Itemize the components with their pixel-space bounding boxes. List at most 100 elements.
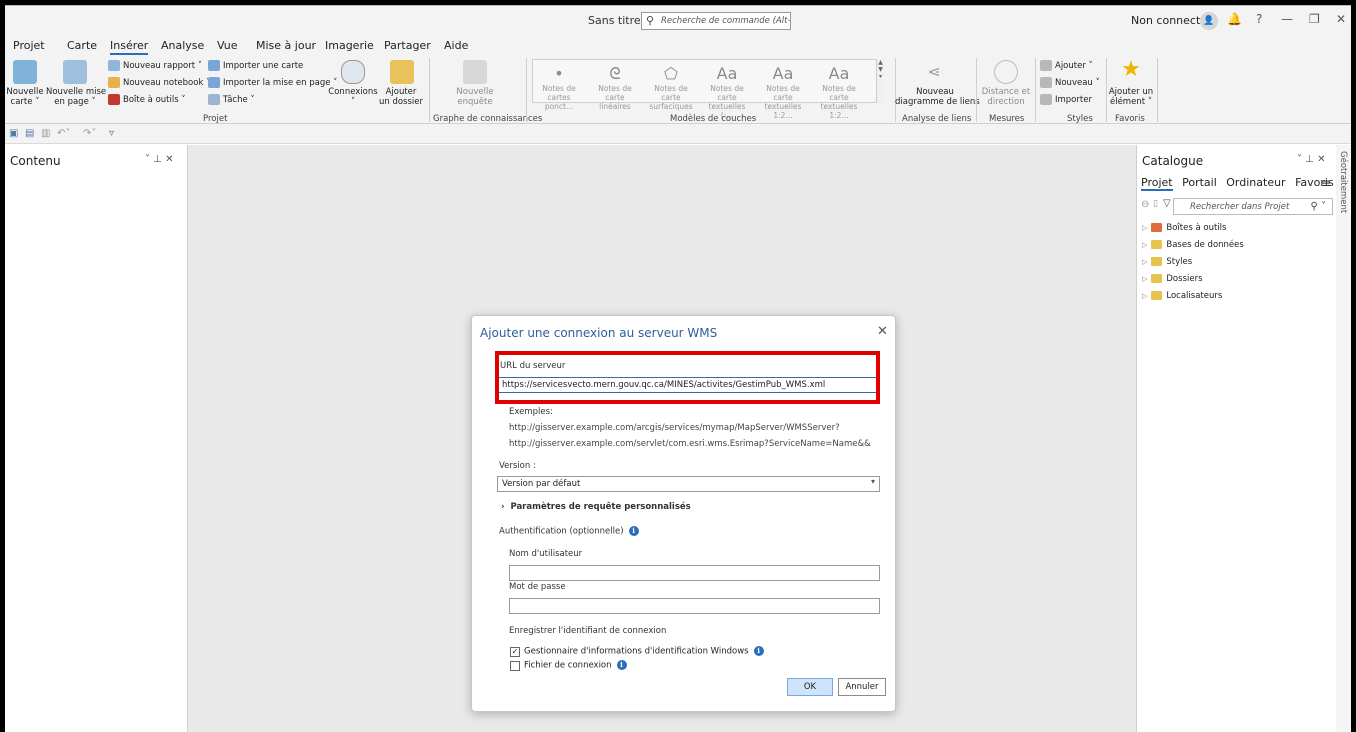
connection-file-option[interactable]: Fichier de connexion i [524, 660, 627, 671]
notification-bell-icon[interactable]: 🔔 [1227, 12, 1242, 26]
styles-new-button[interactable]: Nouveau ˅ [1040, 77, 1100, 88]
tab-inserer[interactable]: Insérer [110, 39, 149, 55]
template-text-notes[interactable]: Aa Notes de carte textuelles 1:2... [759, 64, 807, 120]
styles-import-button[interactable]: Importer [1040, 94, 1092, 105]
toolbox-button[interactable]: Boîte à outils ˅ [108, 94, 186, 105]
add-folder-button[interactable]: Ajouter un dossier [375, 87, 427, 107]
search-icon[interactable]: ⚲ ˅ [1310, 201, 1326, 212]
styles-folder-icon [1151, 257, 1163, 266]
template-line-notes[interactable]: ᘓ Notes de carte linéaires [591, 64, 639, 111]
import-map-button[interactable]: Importer une carte [208, 60, 303, 71]
info-icon[interactable]: i [753, 646, 764, 656]
catalog-tab-portail[interactable]: Portail [1182, 176, 1217, 189]
save-icon[interactable]: ▥ [41, 128, 50, 139]
catalog-tab-projet[interactable]: Projet [1141, 176, 1173, 191]
expand-arrow-icon[interactable]: ▷ [1142, 292, 1147, 300]
catalog-item-folders[interactable]: ▷ Dossiers [1142, 274, 1203, 284]
password-input[interactable] [509, 598, 880, 614]
catalog-tab-ordinateur[interactable]: Ordinateur [1226, 176, 1285, 189]
template-point-notes[interactable]: • Notes de cartes ponct... [535, 64, 583, 111]
credential-manager-checkbox[interactable]: ✓ [510, 647, 520, 657]
new-layout-label-2: en page ˅ [54, 97, 96, 107]
server-url-input[interactable]: https://servicesvecto.mern.gouv.qc.ca/MI… [497, 377, 877, 393]
template-polygon-notes[interactable]: ⬠ Notes de carte surfaciques [647, 64, 695, 111]
new-notebook-button[interactable]: Nouveau notebook ˅ [108, 77, 210, 88]
tab-projet[interactable]: Projet [13, 39, 45, 52]
tab-imagerie[interactable]: Imagerie [325, 39, 374, 52]
tab-partager[interactable]: Partager [384, 39, 431, 52]
geoprocessing-side-tab[interactable]: Géotraitement [1338, 151, 1348, 213]
sign-in-status[interactable]: Non connecté [1131, 14, 1207, 27]
contents-pane-controls[interactable]: ˅ ⊥ ✕ [145, 154, 173, 165]
info-icon[interactable]: i [628, 526, 639, 536]
database-connections-icon[interactable] [341, 60, 365, 84]
command-search-input[interactable]: ⚲ Recherche de commande (Alt+Q) [641, 12, 791, 30]
template-text-notes[interactable]: Aa Notes de carte textuelles (:... [703, 64, 751, 120]
add-item-button[interactable]: Ajouter un élément ˅ [1108, 87, 1154, 107]
expand-arrow-icon[interactable]: ▷ [1142, 258, 1147, 266]
tab-analyse[interactable]: Analyse [161, 39, 204, 52]
catalog-item-locators[interactable]: ▷ Localisateurs [1142, 291, 1222, 301]
catalog-item-styles[interactable]: ▷ Styles [1142, 257, 1192, 267]
distance-direction-icon[interactable] [994, 60, 1018, 84]
add-item-star-icon[interactable]: ★ [1119, 58, 1143, 82]
template-text-notes[interactable]: Aa Notes de carte textuelles 1:2... [815, 64, 863, 120]
close-window-icon[interactable]: ✕ [1336, 12, 1346, 26]
examples-label: Exemples: [509, 407, 553, 417]
minimize-icon[interactable]: — [1281, 12, 1293, 26]
expand-arrow-icon[interactable]: ▷ [1142, 224, 1147, 232]
tab-aide[interactable]: Aide [444, 39, 468, 52]
tab-vue[interactable]: Vue [217, 39, 238, 52]
import-layout-label: Importer la mise en page ˅ [223, 78, 338, 88]
version-dropdown[interactable]: Version par défaut ▾ [497, 476, 880, 492]
redo-icon[interactable]: ↷˅ [83, 128, 96, 139]
layer-templates-gallery[interactable]: • Notes de cartes ponct... ᘓ Notes de ca… [532, 59, 884, 120]
styles-add-button[interactable]: Ajouter ˅ [1040, 60, 1093, 71]
username-input[interactable] [509, 565, 880, 581]
new-project-icon[interactable]: ▣ [9, 128, 18, 139]
filter-icon[interactable]: ▽ [1163, 198, 1171, 209]
task-button[interactable]: Tâche ˅ [208, 94, 255, 105]
info-icon[interactable]: i [616, 660, 627, 670]
new-survey-button: Nouvelle enquête [445, 87, 505, 107]
back-icon[interactable]: ⊖ [1141, 199, 1149, 210]
new-map-icon[interactable] [13, 60, 37, 84]
new-link-chart-button[interactable]: Nouveau diagramme de liens [895, 87, 980, 107]
ribbon-separator [429, 58, 430, 122]
catalog-pane-controls[interactable]: ˅ ⊥ ✕ [1297, 154, 1325, 165]
tab-mise-a-jour[interactable]: Mise à jour [256, 39, 316, 52]
customize-toolbar-icon[interactable]: ▿ [109, 128, 114, 139]
template-label-1: Notes de carte [654, 84, 688, 102]
dialog-close-icon[interactable]: ✕ [877, 324, 888, 339]
new-layout-icon[interactable] [63, 60, 87, 84]
hamburger-menu-icon[interactable]: ≡ [1321, 176, 1331, 190]
connections-label: Connexions [328, 87, 378, 97]
help-button[interactable]: ? [1256, 12, 1262, 26]
add-folder-icon[interactable] [390, 60, 414, 84]
catalog-item-databases[interactable]: ▷ Bases de données [1142, 240, 1244, 250]
ok-button[interactable]: OK [787, 678, 833, 696]
refresh-icon[interactable]: ▯ [1153, 199, 1158, 209]
gallery-scroll-icon[interactable]: ▲ ▼ ▾ [876, 59, 884, 103]
link-chart-icon[interactable]: ⋖ [922, 60, 946, 84]
restore-icon[interactable]: ❐ [1309, 12, 1320, 26]
expand-arrow-icon[interactable]: ▷ [1142, 241, 1147, 249]
open-project-icon[interactable]: ▤ [25, 128, 34, 139]
cancel-button[interactable]: Annuler [838, 678, 886, 696]
catalog-item-toolboxes[interactable]: ▷ Boîtes à outils [1142, 223, 1226, 233]
expand-arrow-icon[interactable]: ▷ [1142, 275, 1147, 283]
new-layout-button[interactable]: Nouvelle mise en page ˅ [46, 87, 106, 107]
undo-icon[interactable]: ↶˅ [57, 128, 70, 139]
new-report-button[interactable]: Nouveau rapport ˅ [108, 60, 202, 71]
catalog-search-input[interactable]: Rechercher dans Projet ⚲ ˅ [1173, 198, 1333, 215]
new-map-button[interactable]: Nouvelle carte ˅ [5, 87, 45, 107]
tab-carte[interactable]: Carte [67, 39, 97, 52]
custom-params-expander[interactable]: › Paramètres de requête personnalisés [501, 502, 691, 512]
connection-file-checkbox[interactable] [510, 661, 520, 671]
import-layout-button[interactable]: Importer la mise en page ˅ [208, 77, 337, 88]
connections-button[interactable]: Connexions ˅ [325, 87, 381, 107]
distance-direction-button[interactable]: Distance et direction [979, 87, 1033, 107]
credential-manager-option[interactable]: Gestionnaire d'informations d'identifica… [524, 646, 764, 657]
user-avatar-icon[interactable]: 👤 [1200, 12, 1218, 30]
import-map-label: Importer une carte [223, 61, 304, 71]
